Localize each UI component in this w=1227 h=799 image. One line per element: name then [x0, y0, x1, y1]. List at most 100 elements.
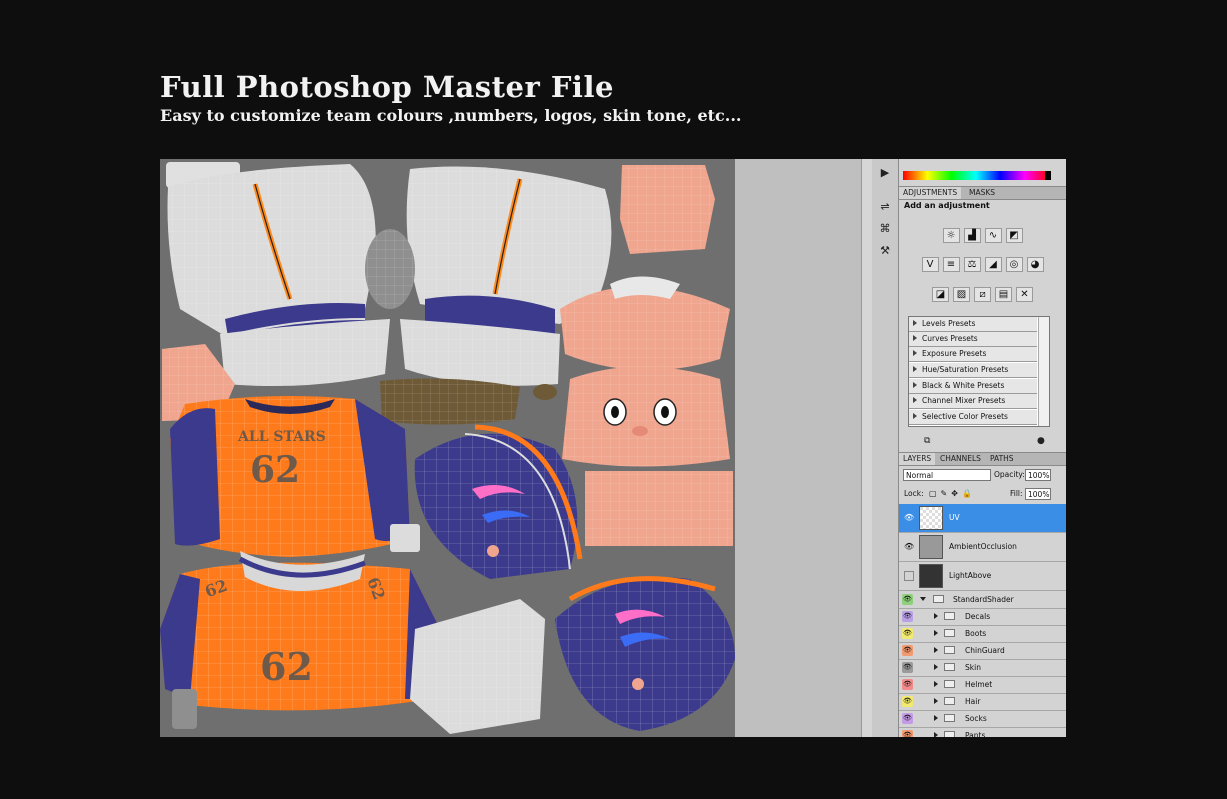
- eye-icon[interactable]: 👁: [902, 730, 913, 737]
- blend-mode-select[interactable]: Normal: [903, 469, 991, 481]
- lock-icons[interactable]: ▢✎✥🔒: [929, 488, 976, 500]
- jersey-number-back: 62: [260, 644, 313, 689]
- selective-color-icon[interactable]: ✕: [1016, 287, 1033, 302]
- preset-item[interactable]: Hue/Saturation Presets: [909, 363, 1037, 378]
- levels-icon[interactable]: ▟: [963, 228, 981, 243]
- expand-triangle-icon[interactable]: [934, 732, 938, 737]
- group-name: Socks: [965, 714, 987, 723]
- group-name: Hair: [965, 697, 981, 706]
- jersey-team-text: ALL STARS: [238, 429, 326, 445]
- adjustments-tabbar: ADJUSTMENTS MASKS: [899, 186, 1066, 200]
- expand-triangle-icon: [913, 397, 917, 403]
- group-chinguard[interactable]: 👁 ChinGuard: [899, 642, 1066, 660]
- layer-row-uv[interactable]: 👁 UV: [899, 504, 1066, 533]
- group-skin[interactable]: 👁 Skin: [899, 659, 1066, 677]
- group-pants[interactable]: 👁 Pants: [899, 727, 1066, 737]
- group-helmet[interactable]: 👁 Helmet: [899, 676, 1066, 694]
- eye-icon[interactable]: 👁: [902, 679, 913, 690]
- panel-toolstrip: ▶ ⇌ ⌘ ⚒: [872, 159, 899, 737]
- channel-mixer-icon[interactable]: ◕: [1026, 257, 1044, 272]
- folder-icon: [933, 595, 944, 603]
- uv-texture-map: [160, 162, 735, 734]
- color-balance-icon[interactable]: ⚖: [963, 257, 981, 272]
- layer-thumbnail: [919, 564, 943, 588]
- black-white-icon[interactable]: ◢: [984, 257, 1002, 272]
- play-icon[interactable]: ▶: [876, 165, 894, 181]
- preset-item[interactable]: Channel Mixer Presets: [909, 394, 1037, 409]
- eye-hidden-icon[interactable]: [904, 571, 914, 581]
- group-socks[interactable]: 👁 Socks: [899, 710, 1066, 728]
- adjust-sliders-icon[interactable]: ⇌: [876, 199, 894, 215]
- expand-triangle-icon[interactable]: [934, 630, 938, 636]
- folder-icon: [944, 612, 955, 620]
- collapse-triangle-icon[interactable]: [920, 597, 926, 601]
- expand-triangle-icon[interactable]: [934, 664, 938, 670]
- layer-thumbnail: [919, 535, 943, 559]
- document-canvas-area: [735, 159, 861, 737]
- group-decals[interactable]: 👁 Decals: [899, 608, 1066, 626]
- tab-paths[interactable]: PATHS: [986, 453, 1018, 465]
- tab-adjustments[interactable]: ADJUSTMENTS: [899, 187, 962, 199]
- eye-icon[interactable]: 👁: [902, 645, 913, 656]
- threshold-icon[interactable]: ⧄: [974, 287, 991, 302]
- group-name: StandardShader: [953, 595, 1014, 604]
- page-title: Full Photoshop Master File: [160, 70, 614, 104]
- eye-icon[interactable]: 👁: [902, 594, 913, 605]
- eye-icon[interactable]: 👁: [904, 542, 914, 552]
- preset-item[interactable]: Levels Presets: [909, 317, 1037, 332]
- eye-icon[interactable]: 👁: [902, 713, 913, 724]
- expand-triangle-icon[interactable]: [934, 698, 938, 704]
- eye-icon[interactable]: 👁: [902, 696, 913, 707]
- preset-item[interactable]: Black & White Presets: [909, 379, 1037, 394]
- vibrance-icon[interactable]: V: [921, 257, 939, 272]
- clone-source-icon[interactable]: ⚒: [876, 243, 894, 259]
- group-name: Pants: [965, 731, 986, 737]
- group-boots[interactable]: 👁 Boots: [899, 625, 1066, 643]
- presets-scrollbar[interactable]: [1038, 317, 1049, 426]
- header: Full Photoshop Master File Easy to custo…: [160, 70, 741, 125]
- curves-icon[interactable]: ∿: [984, 228, 1002, 243]
- adjustment-heading: Add an adjustment: [904, 201, 990, 210]
- expand-triangle-icon[interactable]: [934, 715, 938, 721]
- preset-item[interactable]: Exposure Presets: [909, 347, 1037, 362]
- expand-triangle-icon[interactable]: [934, 647, 938, 653]
- posterize-icon[interactable]: ▨: [953, 287, 970, 302]
- hue-saturation-icon[interactable]: ≡: [942, 257, 960, 272]
- clip-icon[interactable]: ⧉: [924, 436, 930, 446]
- layer-name: UV: [949, 513, 960, 522]
- expand-triangle-icon: [913, 382, 917, 388]
- expand-triangle-icon[interactable]: [934, 613, 938, 619]
- right-panels: ADJUSTMENTS MASKS Add an adjustment ☼ ▟ …: [899, 159, 1066, 737]
- eye-icon[interactable]: 👁: [902, 662, 913, 673]
- fill-input[interactable]: 100%: [1025, 488, 1051, 500]
- layer-row-ambientocclusion[interactable]: 👁 AmbientOcclusion: [899, 533, 1066, 562]
- group-name: ChinGuard: [965, 646, 1005, 655]
- spectrum-black-swatch[interactable]: [1045, 171, 1051, 180]
- exposure-icon[interactable]: ◩: [1005, 228, 1023, 243]
- group-name: Skin: [965, 663, 981, 672]
- preset-item[interactable]: Curves Presets: [909, 332, 1037, 347]
- group-standardshader[interactable]: 👁 StandardShader: [899, 591, 1066, 609]
- brightness-icon[interactable]: ☼: [942, 228, 960, 243]
- adjustment-icons-row1: ☼ ▟ ∿ ◩: [899, 228, 1066, 243]
- expand-triangle-icon[interactable]: [934, 681, 938, 687]
- eye-icon[interactable]: 👁: [904, 513, 914, 523]
- preset-item[interactable]: Selective Color Presets: [909, 410, 1037, 425]
- photo-filter-icon[interactable]: ◎: [1005, 257, 1023, 272]
- mask-icon[interactable]: ⌘: [876, 221, 894, 237]
- color-spectrum[interactable]: [903, 171, 1049, 180]
- tab-masks[interactable]: MASKS: [965, 187, 999, 199]
- eye-icon[interactable]: 👁: [902, 611, 913, 622]
- opacity-input[interactable]: 100%: [1025, 469, 1051, 481]
- expand-triangle-icon: [913, 366, 917, 372]
- tab-channels[interactable]: CHANNELS: [936, 453, 985, 465]
- gradient-map-icon[interactable]: ▤: [995, 287, 1012, 302]
- group-hair[interactable]: 👁 Hair: [899, 693, 1066, 711]
- tab-layers[interactable]: LAYERS: [899, 453, 936, 465]
- texture-canvas[interactable]: ALL STARS 62 62 62 62: [160, 159, 735, 737]
- folder-icon: [944, 697, 955, 705]
- invert-icon[interactable]: ◪: [932, 287, 949, 302]
- new-layer-icon[interactable]: ●: [1037, 436, 1045, 446]
- eye-icon[interactable]: 👁: [902, 628, 913, 639]
- layer-row-lightabove[interactable]: LightAbove: [899, 562, 1066, 591]
